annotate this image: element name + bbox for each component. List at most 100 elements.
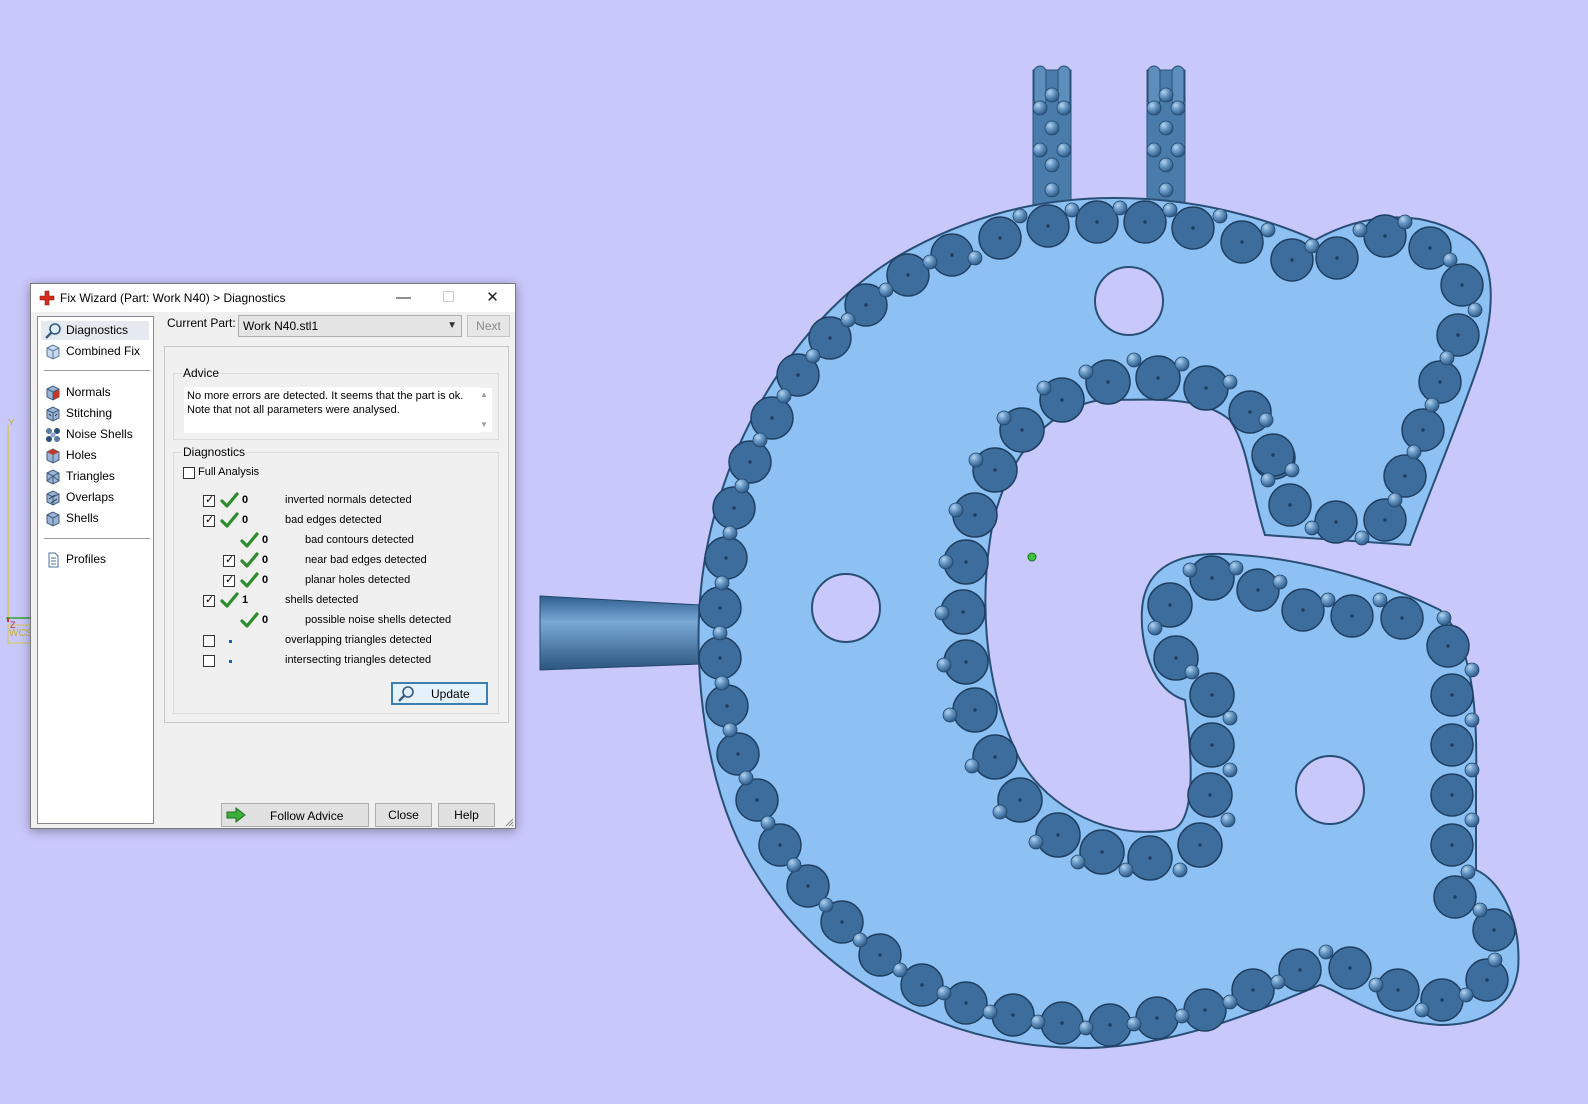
- advice-text: No more errors are detected. It seems th…: [184, 387, 480, 433]
- close-window-button[interactable]: ✕: [470, 284, 515, 312]
- nav-item-holes[interactable]: Holes: [41, 446, 149, 465]
- support-bead: [1078, 1020, 1094, 1036]
- advice-scrollbar[interactable]: ▲ ▼: [478, 388, 492, 432]
- diag-count: 0: [262, 574, 269, 586]
- next-button[interactable]: Next: [467, 315, 510, 337]
- nav-item-label: Profiles: [66, 552, 107, 566]
- support-bead: [1260, 472, 1276, 488]
- nav-item-noise-shells[interactable]: Noise Shells: [41, 425, 149, 444]
- full-analysis-label: Full Analysis: [198, 466, 260, 478]
- nav-item-profiles[interactable]: Profiles: [41, 550, 149, 569]
- support-bead: [1397, 214, 1413, 230]
- nav-item-overlaps[interactable]: Overlaps: [41, 488, 149, 507]
- current-part-value: Work N40.stl1: [243, 319, 319, 333]
- support-center: [828, 336, 832, 340]
- support-bead: [1439, 350, 1455, 366]
- green-check-icon: [220, 592, 239, 608]
- resize-grip-icon[interactable]: [504, 817, 514, 827]
- support-bead: [982, 1004, 998, 1020]
- cube-icon: [46, 344, 60, 360]
- support-center: [864, 303, 868, 307]
- support-bead: [1184, 664, 1200, 680]
- diag-label: possible noise shells detected: [305, 614, 452, 626]
- support-center: [1428, 246, 1432, 250]
- support-center: [1198, 843, 1202, 847]
- current-part-select[interactable]: Work N40.stl1 ▼: [238, 315, 462, 337]
- nav-item-combined-fix[interactable]: Combined Fix: [41, 342, 149, 361]
- diag-checkbox[interactable]: ✓: [203, 494, 215, 507]
- support-center: [1450, 843, 1454, 847]
- support-center: [1400, 616, 1404, 620]
- diag-checkbox[interactable]: ✓: [203, 594, 215, 607]
- support-center: [796, 373, 800, 377]
- scroll-down-icon[interactable]: ▼: [480, 420, 488, 429]
- support-bead: [1056, 142, 1072, 158]
- support-bead: [1464, 662, 1480, 678]
- nav-item-triangles[interactable]: Triangles: [41, 467, 149, 486]
- noise-shells-icon: [46, 428, 60, 442]
- minimize-button[interactable]: —: [381, 284, 426, 312]
- diag-checkbox[interactable]: ✓: [223, 554, 235, 567]
- support-bead: [1162, 202, 1178, 218]
- nav-item-diagnostics[interactable]: Diagnostics: [41, 321, 149, 340]
- chevron-down-icon: ▼: [447, 320, 457, 331]
- diag-label: intersecting triangles detected: [285, 654, 432, 666]
- nav-item-label: Holes: [66, 448, 97, 462]
- diag-checkbox[interactable]: [203, 655, 215, 667]
- support-center: [1460, 283, 1464, 287]
- support-bead: [934, 605, 950, 621]
- green-arrow-icon: [226, 807, 246, 823]
- follow-advice-button[interactable]: Follow Advice: [221, 803, 369, 827]
- support-bead: [1158, 157, 1174, 173]
- maximize-button[interactable]: ☐: [426, 284, 471, 312]
- support-bead: [1458, 987, 1474, 1003]
- support-center: [973, 708, 977, 712]
- support-bead: [714, 675, 730, 691]
- support-bead: [1032, 142, 1048, 158]
- support-center: [1403, 474, 1407, 478]
- support-bead: [1414, 1002, 1430, 1018]
- support-bead: [1406, 444, 1422, 460]
- magnifier-icon: [398, 686, 414, 702]
- support-center: [1168, 603, 1172, 607]
- holes-cube-icon: [46, 448, 60, 464]
- update-button[interactable]: Update: [391, 682, 488, 705]
- support-bead: [942, 707, 958, 723]
- diag-count: 0: [262, 554, 269, 566]
- support-bead: [852, 932, 868, 948]
- advice-line: No more errors are detected. It seems th…: [187, 390, 464, 402]
- diag-checkbox[interactable]: [203, 635, 215, 647]
- nav-item-normals[interactable]: Normals: [41, 383, 149, 402]
- support-bead: [1464, 762, 1480, 778]
- support-bead: [818, 897, 834, 913]
- support-center: [920, 983, 924, 987]
- diag-label: shells detected: [285, 594, 359, 606]
- support-center: [1453, 895, 1457, 899]
- diag-checkbox[interactable]: ✓: [203, 514, 215, 527]
- support-bead: [1368, 977, 1384, 993]
- help-button[interactable]: Help: [438, 803, 495, 827]
- diag-label: bad edges detected: [285, 514, 382, 526]
- support-bead: [1158, 120, 1174, 136]
- support-bead: [1222, 374, 1238, 390]
- nav-item-label: Normals: [66, 385, 111, 399]
- scroll-up-icon[interactable]: ▲: [480, 390, 488, 399]
- title-bar[interactable]: Fix Wizard (Part: Work N40) > Diagnostic…: [31, 284, 515, 312]
- diag-checkbox[interactable]: ✓: [223, 574, 235, 587]
- sprue-pipe: [539, 595, 701, 671]
- hole: [811, 573, 881, 643]
- nav-item-label: Shells: [66, 511, 99, 525]
- support-center: [906, 273, 910, 277]
- support-bead: [1258, 412, 1274, 428]
- axis-y-label: Y: [8, 418, 15, 429]
- support-center: [1251, 988, 1255, 992]
- support-bead: [1228, 560, 1244, 576]
- nav-item-stitching[interactable]: Stitching: [41, 404, 149, 423]
- advice-group: Advice No more errors are detected. It s…: [173, 366, 499, 440]
- nav-item-label: Overlaps: [66, 490, 115, 504]
- nav-item-shells[interactable]: Shells: [41, 509, 149, 528]
- support-center: [1174, 656, 1178, 660]
- support-bead: [1174, 1008, 1190, 1024]
- close-button[interactable]: Close: [375, 803, 432, 827]
- full-analysis-checkbox[interactable]: [183, 467, 195, 479]
